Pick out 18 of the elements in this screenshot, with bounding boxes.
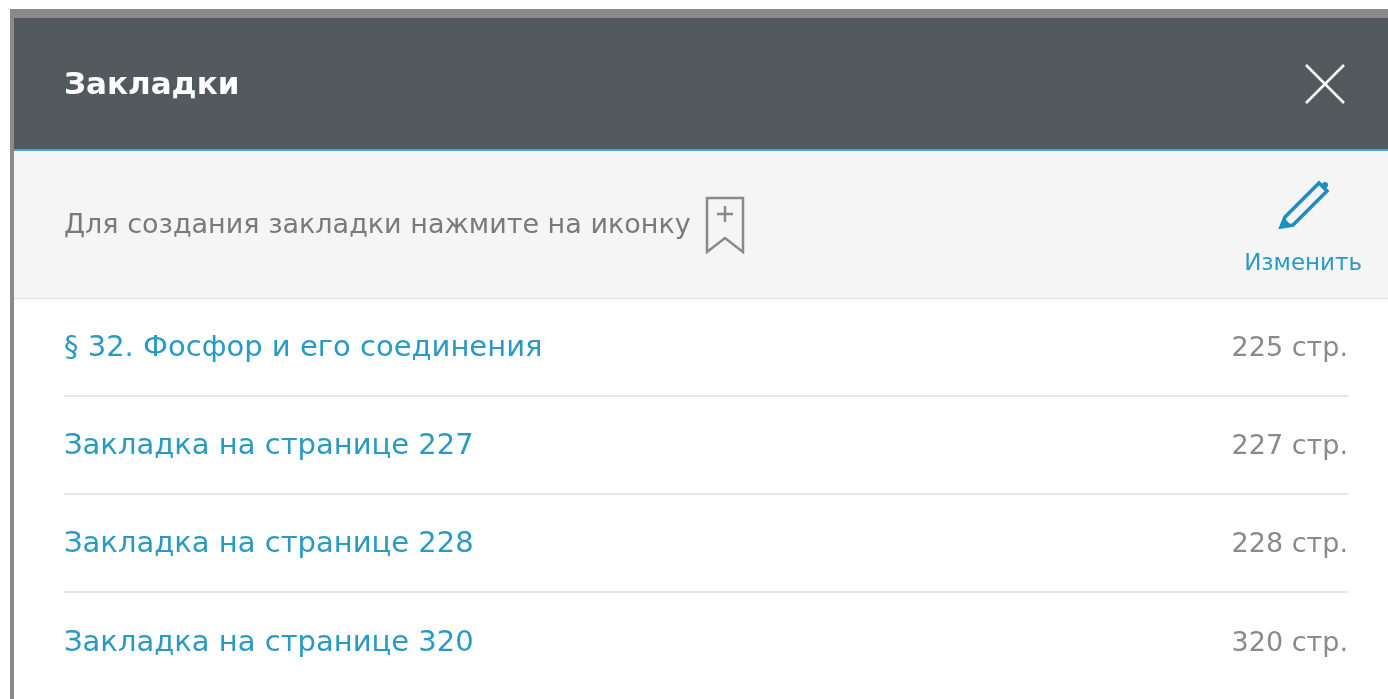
bookmark-title[interactable]: Закладка на странице 228 — [64, 521, 474, 565]
hint-text: Для создания закладки нажмите на иконку — [64, 207, 691, 242]
bookmark-title[interactable]: § 32. Фосфор и его соединения — [64, 325, 543, 369]
bookmark-row[interactable]: Закладка на странице 320 320 стр. — [64, 593, 1348, 691]
bookmark-row[interactable]: Закладка на странице 228 228 стр. — [64, 495, 1348, 593]
bookmark-title[interactable]: Закладка на странице 320 — [64, 620, 474, 664]
bookmark-page: 320 стр. — [1231, 624, 1348, 659]
bookmark-add-icon — [704, 195, 745, 254]
bookmark-page: 228 стр. — [1231, 525, 1348, 560]
dialog-title: Закладки — [64, 64, 240, 104]
bookmark-page: 225 стр. — [1231, 329, 1348, 364]
bookmark-row[interactable]: § 32. Фосфор и его соединения 225 стр. — [64, 299, 1348, 397]
close-button[interactable] — [1304, 62, 1346, 105]
bookmark-title[interactable]: Закладка на странице 227 — [64, 423, 474, 467]
edit-button[interactable]: Изменить — [1244, 169, 1362, 280]
close-icon — [1305, 63, 1345, 104]
bookmark-row[interactable]: Закладка на странице 227 227 стр. — [64, 397, 1348, 495]
bookmark-page: 227 стр. — [1231, 427, 1348, 462]
